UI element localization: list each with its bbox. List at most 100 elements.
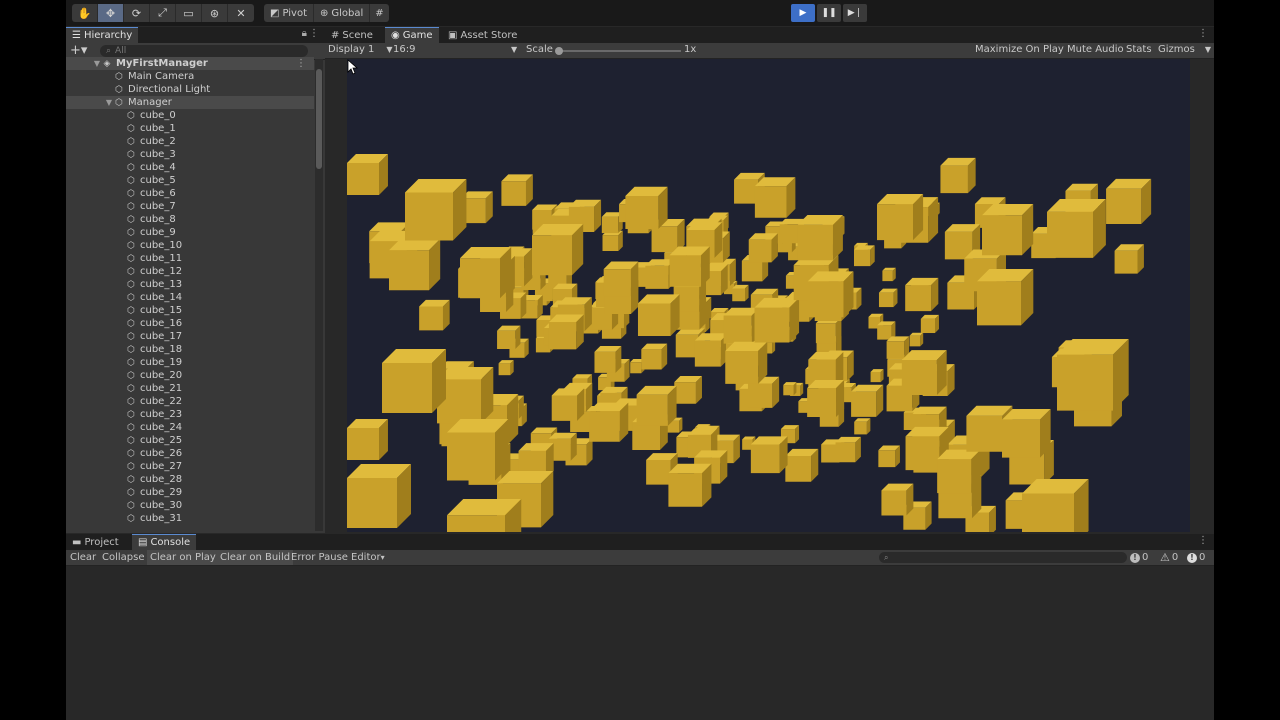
custom-tool-icon[interactable]: ✕ <box>228 4 254 22</box>
play-button[interactable]: ▶ <box>791 4 815 22</box>
cube-icon <box>548 314 584 350</box>
tab-console[interactable]: ▤ Console <box>132 534 197 550</box>
editor-label: Editor <box>351 552 381 563</box>
hierarchy-item-cube[interactable]: ⬡ cube_14 <box>66 291 314 304</box>
cube-icon <box>783 382 797 396</box>
error-pause-toggle[interactable]: Error Pause <box>288 550 351 565</box>
row-label: cube_2 <box>140 136 176 147</box>
hierarchy-item-cube[interactable]: ⬡ cube_9 <box>66 226 314 239</box>
row-label: cube_18 <box>140 344 183 355</box>
cube-icon <box>669 246 710 287</box>
hierarchy-item-cube[interactable]: ⬡ cube_6 <box>66 187 314 200</box>
gizmos-dropdown[interactable]: Gizmos ▼ <box>1158 44 1211 55</box>
hierarchy-item-cube[interactable]: ⬡ cube_27 <box>66 460 314 473</box>
console-search-input[interactable]: ⌕ <box>879 552 1127 563</box>
clear-on-build-toggle[interactable]: Clear on Build <box>217 550 294 565</box>
hierarchy-item-cube[interactable]: ⬡ cube_30 <box>66 499 314 512</box>
hierarchy-item-cube[interactable]: ⬡ cube_13 <box>66 278 314 291</box>
scene-root[interactable]: ▼ ◈ MyFirstManager ⋮ <box>66 57 314 70</box>
chevron-down-icon: ▾ <box>380 553 385 562</box>
step-button[interactable]: ▶❘ <box>843 4 867 22</box>
hierarchy-item-cube[interactable]: ⬡ cube_12 <box>66 265 314 278</box>
rotate-tool-icon[interactable]: ⟳ <box>124 4 150 22</box>
hierarchy-item-cube[interactable]: ⬡ cube_4 <box>66 161 314 174</box>
hierarchy-item-cube[interactable]: ⬡ cube_20 <box>66 369 314 382</box>
console-menu-icon[interactable]: ⋮ <box>1198 535 1208 546</box>
hierarchy-item-cube[interactable]: ⬡ cube_1 <box>66 122 314 135</box>
scene-menu-icon[interactable]: ⋮ <box>296 57 306 70</box>
cube-icon <box>723 307 760 344</box>
hierarchy-item-cube[interactable]: ⬡ cube_15 <box>66 304 314 317</box>
create-button[interactable]: +▾ <box>70 43 87 58</box>
scale-slider[interactable] <box>555 47 681 55</box>
mute-audio-button[interactable]: Mute Audio <box>1067 44 1124 55</box>
hierarchy-item-cube[interactable]: ⬡ cube_3 <box>66 148 314 161</box>
tab-project[interactable]: ▬ Project <box>66 534 125 550</box>
hierarchy-item-cube[interactable]: ⬡ cube_8 <box>66 213 314 226</box>
clear-on-play-toggle[interactable]: Clear on Play <box>147 550 219 565</box>
lock-icon[interactable]: 🔒︎ <box>302 28 307 39</box>
hierarchy-item-cube[interactable]: ⬡ cube_7 <box>66 200 314 213</box>
expand-arrow-icon[interactable]: ▼ <box>92 57 102 70</box>
hand-tool-icon[interactable]: ✋ <box>72 4 98 22</box>
row-label: cube_7 <box>140 201 176 212</box>
hierarchy-item-cube[interactable]: ⬡ cube_2 <box>66 135 314 148</box>
scroll-thumb[interactable] <box>316 69 322 169</box>
hierarchy-item-cube[interactable]: ⬡ cube_5 <box>66 174 314 187</box>
hierarchy-item-cube[interactable]: ⬡ cube_16 <box>66 317 314 330</box>
display-dropdown[interactable]: Display 1 ▼ <box>328 44 393 55</box>
hierarchy-menu-icon[interactable]: ⋮ <box>309 28 319 39</box>
hierarchy-item-cube[interactable]: ⬡ cube_0 <box>66 109 314 122</box>
hierarchy-item-main-camera[interactable]: ⬡ Main Camera <box>66 70 314 83</box>
tab-hierarchy[interactable]: ☰ Hierarchy <box>66 27 139 43</box>
aspect-dropdown[interactable]: 16:9 ▼ <box>393 44 517 55</box>
hierarchy-item-manager[interactable]: ▼ ⬡ Manager <box>66 96 314 109</box>
maximize-on-play-button[interactable]: Maximize On Play <box>975 44 1064 55</box>
transform-tool-icon[interactable]: ⊛ <box>202 4 228 22</box>
hierarchy-item-cube[interactable]: ⬡ cube_26 <box>66 447 314 460</box>
hierarchy-item-cube[interactable]: ⬡ cube_11 <box>66 252 314 265</box>
hierarchy-item-cube[interactable]: ⬡ cube_10 <box>66 239 314 252</box>
hierarchy-item-cube[interactable]: ⬡ cube_29 <box>66 486 314 499</box>
editor-dropdown[interactable]: Editor▾ <box>348 550 388 565</box>
move-tool-icon[interactable]: ✥ <box>98 4 124 22</box>
game-viewport[interactable] <box>347 59 1190 532</box>
hierarchy-item-cube[interactable]: ⬡ cube_17 <box>66 330 314 343</box>
row-label: cube_8 <box>140 214 176 225</box>
tab-asset-store[interactable]: ▣ Asset Store <box>442 27 523 43</box>
list-icon: ☰ <box>72 30 81 41</box>
stats-button[interactable]: Stats <box>1126 44 1152 55</box>
pivot-toggle[interactable]: ◩ Pivot <box>264 4 314 22</box>
collapse-button[interactable]: Collapse <box>99 550 148 565</box>
hierarchy-item-directional-light[interactable]: ⬡ Directional Light <box>66 83 314 96</box>
hierarchy-search-input[interactable]: ⌕ All <box>100 45 308 57</box>
hierarchy-item-cube[interactable]: ⬡ cube_18 <box>66 343 314 356</box>
grid-snap-toggle[interactable]: # <box>370 4 388 22</box>
pause-button[interactable]: ❚❚ <box>817 4 841 22</box>
hierarchy-scrollbar[interactable] <box>315 59 323 531</box>
hierarchy-item-cube[interactable]: ⬡ cube_28 <box>66 473 314 486</box>
info-count[interactable]: ! 0 <box>1130 550 1148 565</box>
clear-button[interactable]: Clear <box>67 550 99 565</box>
warning-count[interactable]: ⚠ 0 <box>1160 550 1178 565</box>
tab-game[interactable]: ◉ Game <box>385 27 439 43</box>
global-toggle[interactable]: ⊕ Global <box>314 4 371 22</box>
scale-tool-icon[interactable]: ⤢ <box>150 4 176 22</box>
rect-tool-icon[interactable]: ▭ <box>176 4 202 22</box>
hierarchy-item-cube[interactable]: ⬡ cube_31 <box>66 512 314 525</box>
tab-scene[interactable]: # Scene <box>325 27 379 43</box>
asset-store-tab-label: Asset Store <box>460 29 518 41</box>
cube-icon <box>909 332 924 347</box>
hierarchy-item-cube[interactable]: ⬡ cube_19 <box>66 356 314 369</box>
hierarchy-item-cube[interactable]: ⬡ cube_25 <box>66 434 314 447</box>
hierarchy-item-cube[interactable]: ⬡ cube_22 <box>66 395 314 408</box>
game-menu-icon[interactable]: ⋮ <box>1198 28 1208 39</box>
cube-icon <box>625 186 668 229</box>
error-count[interactable]: ! 0 <box>1187 550 1205 565</box>
cube-icon <box>807 271 854 318</box>
scale-slider-knob[interactable] <box>555 47 563 55</box>
hierarchy-item-cube[interactable]: ⬡ cube_23 <box>66 408 314 421</box>
hierarchy-item-cube[interactable]: ⬡ cube_24 <box>66 421 314 434</box>
expand-arrow-icon[interactable]: ▼ <box>104 96 114 109</box>
hierarchy-item-cube[interactable]: ⬡ cube_21 <box>66 382 314 395</box>
